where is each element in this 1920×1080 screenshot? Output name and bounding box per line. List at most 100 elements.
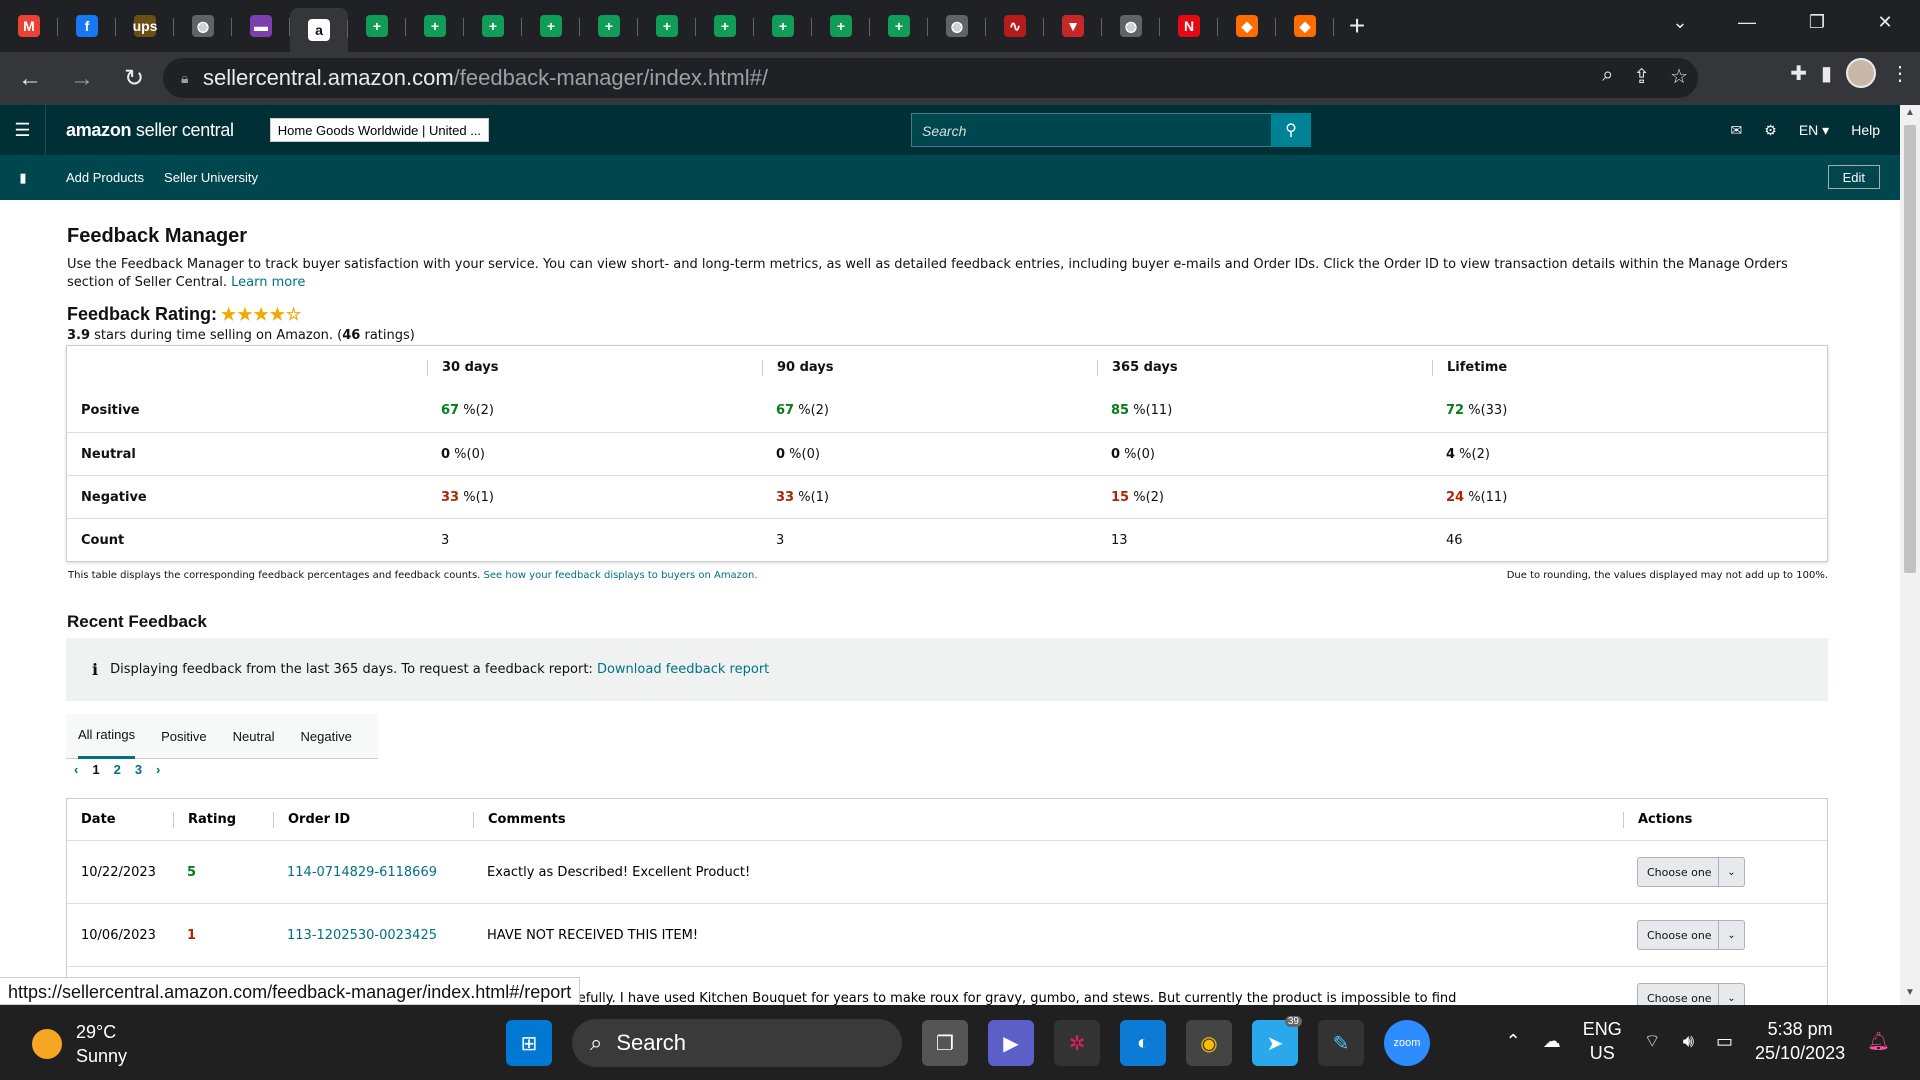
page-scrollbar[interactable]: ▲ ▼ xyxy=(1900,105,1920,1005)
action-dropdown[interactable]: Choose one ⌄ xyxy=(1637,857,1745,887)
browser-tab[interactable]: + xyxy=(696,6,754,46)
ups-icon: ups xyxy=(133,15,157,37)
browser-tab[interactable]: ◆ xyxy=(1276,6,1334,46)
address-bar[interactable]: 🔒︎ sellercentral.amazon.com/feedback-man… xyxy=(163,58,1698,98)
side-panel-icon[interactable]: ▮ xyxy=(1821,61,1832,86)
browser-tab[interactable]: ups xyxy=(116,6,174,46)
minimize-button[interactable]: — xyxy=(1712,0,1782,44)
tab-positive[interactable]: Positive xyxy=(161,714,207,759)
browser-tab[interactable]: + xyxy=(812,6,870,46)
start-windows-icon[interactable]: ⊞ xyxy=(506,1020,552,1066)
seller-central-logo[interactable]: amazon seller central xyxy=(66,120,234,141)
store-selector[interactable]: Home Goods Worldwide | United ... xyxy=(269,118,490,142)
profile-avatar[interactable] xyxy=(1846,58,1876,88)
forward-button[interactable]: → xyxy=(60,57,104,101)
chrome-icon[interactable]: ◉ xyxy=(1186,1020,1232,1066)
browser-tab[interactable]: ◍ xyxy=(928,6,986,46)
action-dropdown[interactable]: Choose one ⌄ xyxy=(1637,920,1745,950)
onedrive-cloud-icon[interactable]: ☁ xyxy=(1543,1031,1561,1052)
sheets-icon: + xyxy=(830,15,852,37)
globe-icon: ◍ xyxy=(946,15,968,37)
browser-tab[interactable]: ◍ xyxy=(1102,6,1160,46)
scroll-up-icon[interactable]: ▲ xyxy=(1900,107,1920,123)
browser-tab[interactable]: + xyxy=(348,6,406,46)
search-icon[interactable]: ⚲ xyxy=(1271,113,1311,147)
show-hidden-icons[interactable]: ⌃ xyxy=(1506,1031,1521,1052)
page-3[interactable]: 3 xyxy=(135,762,142,777)
next-page-icon[interactable]: › xyxy=(156,762,160,777)
feedback-comment: HAVE NOT RECEIVED THIS ITEM! xyxy=(487,927,699,943)
help-link[interactable]: Help xyxy=(1851,122,1880,138)
settings-gear-icon[interactable]: ⚙ xyxy=(1764,122,1777,139)
zoom-icon[interactable]: ⌕ xyxy=(1602,64,1613,89)
browser-tab[interactable]: a xyxy=(290,8,348,52)
scrollbar-thumb[interactable] xyxy=(1904,125,1916,573)
browser-tab[interactable]: + xyxy=(522,6,580,46)
browser-tab[interactable]: + xyxy=(870,6,928,46)
edit-nav-button[interactable]: Edit xyxy=(1827,165,1880,189)
restore-button[interactable]: ❐ xyxy=(1782,0,1852,44)
clock[interactable]: 5:38 pm 25/10/2023 xyxy=(1755,1017,1845,1065)
nav-add-products[interactable]: Add Products xyxy=(66,170,144,185)
metrics-row-label: Count xyxy=(81,532,125,548)
nav-seller-university[interactable]: Seller University xyxy=(164,170,258,185)
back-button[interactable]: ← xyxy=(8,57,52,101)
amazon-icon: a xyxy=(308,19,330,41)
extensions-icon[interactable]: ✚ xyxy=(1790,61,1807,86)
browser-tab[interactable]: N xyxy=(1160,6,1218,46)
feedback-display-link[interactable]: See how your feedback displays to buyers… xyxy=(484,570,758,581)
tab-neutral[interactable]: Neutral xyxy=(233,714,275,759)
browser-tab[interactable]: + xyxy=(406,6,464,46)
taskbar-search[interactable]: ⌕ Search xyxy=(572,1019,902,1067)
browser-tab[interactable]: + xyxy=(464,6,522,46)
reload-button[interactable]: ↻ xyxy=(112,57,156,101)
wifi-icon[interactable]: ⌔ xyxy=(1644,1030,1661,1053)
search-input[interactable]: Search xyxy=(911,113,1311,147)
tab-search-icon[interactable]: ⌄ xyxy=(1645,0,1715,44)
volume-icon[interactable]: 🔊︎ xyxy=(1683,1031,1694,1052)
tab-negative[interactable]: Negative xyxy=(301,714,352,759)
browser-tab[interactable]: f xyxy=(58,6,116,46)
browser-tab[interactable]: ◍ xyxy=(174,6,232,46)
zoom-icon[interactable]: zoom xyxy=(1384,1020,1430,1066)
browser-tab[interactable]: ▬ xyxy=(232,6,290,46)
browser-tab[interactable]: ◆ xyxy=(1218,6,1276,46)
slack-icon[interactable]: ✲ xyxy=(1054,1020,1100,1066)
language-selector[interactable]: EN ▾ xyxy=(1799,122,1829,139)
page-1[interactable]: 1 xyxy=(92,762,99,777)
tab-all-ratings[interactable]: All ratings xyxy=(78,714,136,759)
learn-more-link[interactable]: Learn more xyxy=(231,275,305,290)
edge-icon[interactable]: ◐ xyxy=(1120,1020,1166,1066)
browser-tab[interactable]: M xyxy=(0,6,58,46)
input-language[interactable]: ENG US xyxy=(1583,1017,1622,1065)
teams-chat-icon[interactable]: ▶ xyxy=(988,1020,1034,1066)
notification-bell-icon[interactable]: 🔔︎ xyxy=(1867,1031,1890,1052)
action-dropdown[interactable]: Choose one ⌄ xyxy=(1637,983,1745,1005)
battery-icon[interactable]: ▭ xyxy=(1716,1031,1733,1052)
close-window-button[interactable]: ✕ xyxy=(1850,0,1920,44)
site-icon: ▼ xyxy=(1062,15,1084,37)
metrics-cell: 3 xyxy=(776,532,785,548)
messages-icon[interactable]: ✉ xyxy=(1731,122,1743,139)
download-report-link[interactable]: Download feedback report xyxy=(597,662,769,677)
browser-tab[interactable]: + xyxy=(754,6,812,46)
telegram-icon[interactable]: ➤ 39 xyxy=(1252,1016,1302,1066)
browser-tab[interactable]: + xyxy=(580,6,638,46)
bookmark-star-icon[interactable]: ☆ xyxy=(1670,64,1688,89)
scroll-down-icon[interactable]: ▼ xyxy=(1900,987,1920,1003)
paint-icon[interactable]: ✎ xyxy=(1318,1020,1364,1066)
chrome-menu-icon[interactable]: ⋮ xyxy=(1890,61,1910,86)
new-tab-button[interactable]: + xyxy=(1334,6,1380,46)
order-id-link[interactable]: 114-0714829-6118669 xyxy=(273,865,473,880)
browser-tab[interactable]: ∿ xyxy=(986,6,1044,46)
bookmark-icon[interactable]: ▮ xyxy=(0,170,46,186)
task-view-icon[interactable]: ❐ xyxy=(922,1020,968,1066)
browser-tab[interactable]: + xyxy=(638,6,696,46)
prev-page-icon[interactable]: ‹ xyxy=(74,762,78,777)
order-id-link[interactable]: 113-1202530-0023425 xyxy=(273,928,473,943)
weather-widget[interactable]: 29°C Sunny xyxy=(32,1020,127,1068)
browser-tab[interactable]: ▼ xyxy=(1044,6,1102,46)
hamburger-menu-icon[interactable]: ☰ xyxy=(0,105,46,155)
page-2[interactable]: 2 xyxy=(114,762,121,777)
share-icon[interactable]: ⇪ xyxy=(1633,64,1650,89)
